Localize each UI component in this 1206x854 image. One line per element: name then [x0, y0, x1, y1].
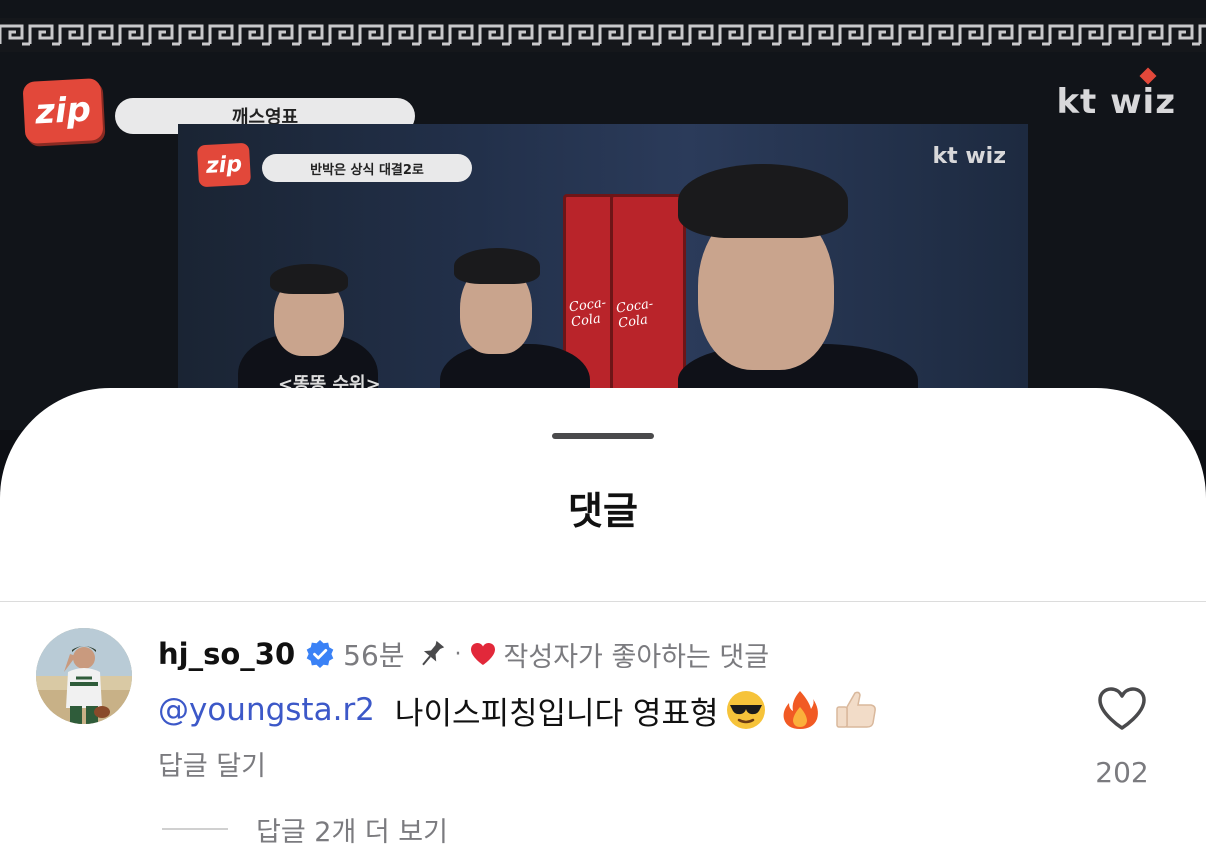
comment-text: 나이스피칭입니다 영표형: [394, 695, 719, 732]
decorative-border: [0, 18, 1206, 52]
sunglasses-emoji: [726, 691, 765, 729]
pin-icon: [421, 640, 444, 666]
view-more-replies-button[interactable]: 답글 2개 더 보기: [256, 810, 448, 849]
video-player[interactable]: zip 깨스영표 kt wiz zip 반박은 상식 대결2로 kt wiz C…: [0, 0, 1206, 430]
person-middle-hair: [454, 248, 540, 284]
brand-logo-text: kt wiz: [1056, 82, 1176, 122]
fire-emoji: [783, 691, 818, 729]
brand-logo: kt wiz: [1056, 67, 1176, 122]
show-logo: zip: [22, 78, 104, 144]
comment-meta: hj_so_30 56분 · 작성자가 좋아하는 댓글: [158, 636, 770, 673]
person-right-hair: [678, 164, 848, 238]
avatar-photo: [36, 628, 132, 724]
comment-time: 56분: [343, 639, 405, 672]
username[interactable]: hj_so_30: [158, 637, 295, 671]
red-heart-icon: [470, 643, 495, 665]
inner-caption: 반박은 상식 대결2로: [262, 154, 472, 182]
avatar[interactable]: [36, 628, 132, 724]
person-left-hair: [270, 264, 348, 294]
reply-button[interactable]: 답글 달기: [158, 744, 266, 783]
video-frame: zip 반박은 상식 대결2로 kt wiz Coca-Cola Coca-Co…: [178, 124, 1028, 424]
inner-brand-logo: kt wiz: [932, 144, 1006, 169]
replies-indent-line: [162, 828, 228, 830]
separator-dot: ·: [454, 641, 462, 667]
comments-sheet: 댓글 hj_so_30 56분 · 작성자가 좋아하는 댓글 @youngsta…: [0, 388, 1206, 854]
comment-body: @youngsta.r2 나이스피칭입니다 영표형: [158, 688, 879, 732]
heart-outline-icon[interactable]: [1097, 686, 1147, 732]
creator-liked-text: 작성자가 좋아하는 댓글: [503, 641, 770, 673]
like-count: 202: [1095, 756, 1149, 789]
verified-badge-icon: [306, 640, 334, 668]
fridge-label: Coca-Cola: [615, 296, 655, 332]
sheet-title: 댓글: [568, 489, 638, 533]
mention-link[interactable]: @youngsta.r2: [158, 692, 375, 728]
comment-item: hj_so_30 56분 · 작성자가 좋아하는 댓글 @youngsta.r2…: [0, 602, 1206, 854]
thumbs-up-emoji: [835, 691, 876, 728]
sheet-grabber[interactable]: [552, 433, 654, 439]
inner-show-logo: zip: [196, 142, 252, 188]
